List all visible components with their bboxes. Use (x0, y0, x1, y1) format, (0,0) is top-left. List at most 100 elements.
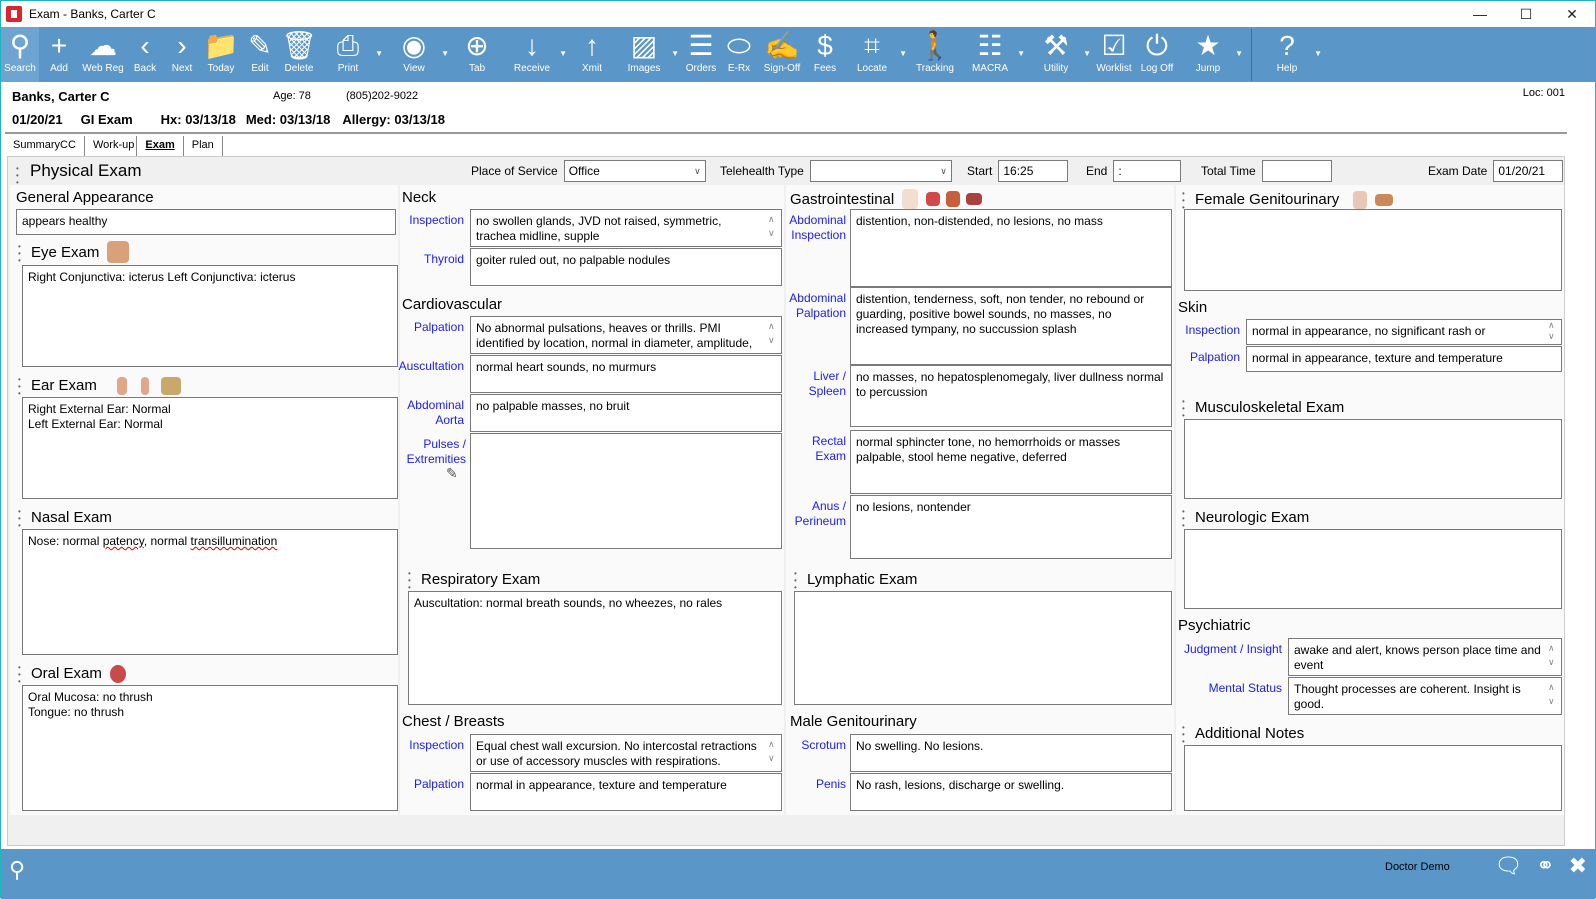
chest-palpation-field[interactable]: normal in appearance, texture and temper… (470, 773, 782, 811)
scrollbar[interactable]: ∧ ∨ (1548, 641, 1558, 669)
respiratory-exam-field[interactable]: Auscultation: normal breath sounds, no w… (408, 591, 782, 705)
anus-perineum-field[interactable]: no lesions, nontender (850, 495, 1172, 559)
search-icon[interactable]: ⚲ (9, 857, 25, 883)
maximize-button[interactable]: ☐ (1503, 1, 1549, 27)
dropdown-caret-icon[interactable]: ▼ (671, 49, 679, 58)
telehealth-type-select[interactable]: ∨ (809, 160, 952, 182)
toolbar-today-button[interactable]: 📁 Today (201, 27, 241, 82)
toolbar-help-button[interactable]: ? Help ▼ (1258, 27, 1322, 82)
oral-exam-field[interactable]: Oral Mucosa: no thrush Tongue: no thrush (22, 685, 398, 811)
dropdown-caret-icon[interactable]: ▼ (441, 49, 449, 58)
toolbar-jump-button[interactable]: ★ Jump ▼ (1179, 27, 1243, 82)
minimize-button[interactable]: — (1457, 1, 1503, 27)
toolbar-next-button[interactable]: › Next (163, 27, 201, 82)
scrollbar[interactable]: ∧ ∨ (1548, 680, 1558, 708)
tab-summarycc[interactable]: SummaryCC (5, 136, 85, 156)
scrollbar[interactable]: ∧ ∨ (1548, 320, 1558, 342)
scrollbar[interactable]: ∧ ∨ (768, 737, 778, 765)
drag-handle-icon[interactable] (1182, 189, 1185, 210)
right-ear-diagram-icon[interactable] (116, 376, 127, 395)
toolbar-worklist-button[interactable]: ☑ Worklist (1093, 27, 1135, 82)
toolbar-macra-button[interactable]: ☷ MACRA ▼ (961, 27, 1025, 82)
end-time-input[interactable]: : (1113, 160, 1182, 182)
drag-handle-icon[interactable] (18, 663, 21, 684)
liver-diagram-icon[interactable] (966, 193, 983, 205)
left-ear-diagram-icon[interactable] (140, 376, 149, 395)
chat-icon[interactable]: 🗨 (1494, 853, 1522, 879)
dropdown-caret-icon[interactable]: ▼ (1314, 49, 1322, 58)
toolbar-orders-button[interactable]: ☰ Orders (681, 27, 721, 82)
toolbar-print-button[interactable]: ⎙ Print ▼ (319, 27, 383, 82)
dropdown-caret-icon[interactable]: ▼ (375, 49, 383, 58)
reproductive-diagram-icon[interactable] (1353, 190, 1368, 209)
toolbar-tracking-button[interactable]: 🚶 Tracking (909, 27, 961, 82)
start-time-input[interactable]: 16:25 (998, 160, 1069, 182)
abdominal-aorta-field[interactable]: no palpable masses, no bruit (470, 394, 782, 432)
mental-status-field[interactable]: Thought processes are coherent. Insight … (1288, 677, 1562, 715)
scrollbar[interactable]: ∧ ∨ (768, 319, 778, 347)
place-of-service-select[interactable]: Office ∨ (563, 160, 706, 182)
additional-notes-field[interactable] (1184, 745, 1562, 811)
toolbar-add-button[interactable]: + Add (39, 27, 79, 82)
chest-inspection-field[interactable]: Equal chest wall excursion. No intercost… (470, 734, 782, 772)
toolbar-search-button[interactable]: ⚲ Search (1, 27, 39, 82)
nasal-exam-field[interactable]: Nose: normal patency, normal transillumi… (22, 529, 398, 655)
toolbar-images-button[interactable]: ▨ Images ▼ (615, 27, 679, 82)
toolbar-locate-button[interactable]: ⌗ Locate ▼ (843, 27, 907, 82)
tab-plan[interactable]: Plan (184, 136, 223, 156)
liver-spleen-field[interactable]: no masses, no hepatosplenomegaly, liver … (850, 365, 1172, 427)
auscultation-field[interactable]: normal heart sounds, no murmurs (470, 355, 782, 393)
eye-exam-field[interactable]: Right Conjunctiva: icterus Left Conjunct… (22, 265, 398, 367)
pulses-extremities-field[interactable] (470, 433, 782, 549)
close-button[interactable]: ✕ (1549, 1, 1595, 27)
toolbar-receive-button[interactable]: ↓ Receive ▼ (503, 27, 567, 82)
neck-inspection-field[interactable]: no swollen glands, JVD not raised, symme… (470, 209, 782, 247)
mouth-diagram-icon[interactable] (109, 664, 126, 683)
penis-field[interactable]: No rash, lesions, discharge or swelling. (850, 773, 1172, 811)
dropdown-caret-icon[interactable]: ▼ (1083, 49, 1091, 58)
general-appearance-field[interactable]: appears healthy (16, 209, 396, 235)
dropdown-caret-icon[interactable]: ▼ (1017, 49, 1025, 58)
dropdown-caret-icon[interactable]: ▼ (559, 49, 567, 58)
lymphatic-exam-field[interactable] (794, 591, 1172, 705)
drag-handle-icon[interactable] (1182, 507, 1185, 528)
eye-diagram-icon[interactable] (107, 241, 130, 263)
skin-inspection-field[interactable]: normal in appearance, no significant ras… (1246, 319, 1562, 345)
toolbar-web-reg-button[interactable]: ☁ Web Reg (79, 27, 127, 82)
toolbar-sign-off-button[interactable]: ✍ Sign-Off (757, 27, 807, 82)
toolbar-edit-button[interactable]: ✎ Edit (241, 27, 279, 82)
toolbar-delete-button[interactable]: 🗑 Delete (279, 27, 319, 82)
skin-palpation-field[interactable]: normal in appearance, texture and temper… (1246, 346, 1562, 372)
rectal-exam-field[interactable]: normal sphincter tone, no hemorrhoids or… (850, 430, 1172, 494)
toolbar-utility-button[interactable]: ⚒ Utility ▼ (1027, 27, 1091, 82)
female-genitourinary-field[interactable] (1184, 209, 1562, 291)
toolbar-e-rx-button[interactable]: ⬭ E-Rx (721, 27, 757, 82)
pelvis-diagram-icon[interactable] (1375, 193, 1394, 206)
drag-handle-icon[interactable] (1182, 723, 1185, 744)
exam-date-input[interactable]: 01/20/21 (1493, 160, 1564, 182)
total-time-input[interactable] (1261, 160, 1332, 182)
scrollbar[interactable]: ∧ ∨ (768, 212, 778, 240)
scrotum-field[interactable]: No swelling. No lesions. (850, 734, 1172, 772)
pencil-icon[interactable]: ✎ (446, 465, 458, 482)
drag-handle-icon[interactable] (18, 375, 21, 396)
abdominal-palpation-field[interactable]: distention, tenderness, soft, non tender… (850, 287, 1172, 365)
musculoskeletal-exam-field[interactable] (1184, 419, 1562, 499)
intestine-diagram-icon[interactable] (926, 192, 941, 206)
judgment-insight-field[interactable]: awake and alert, knows person place time… (1288, 638, 1562, 676)
inbox-icon[interactable]: ⚭ (1536, 853, 1554, 879)
drag-handle-icon[interactable] (18, 242, 21, 263)
ear-exam-field[interactable]: Right External Ear: Normal Left External… (22, 397, 398, 499)
drag-handle-icon[interactable] (18, 507, 21, 528)
inner-ear-diagram-icon[interactable] (160, 376, 181, 395)
toolbar-fees-button[interactable]: $ Fees (807, 27, 843, 82)
abdomen-diagram-icon[interactable] (946, 191, 961, 207)
toolbar-back-button[interactable]: ‹ Back (127, 27, 163, 82)
toolbar-view-button[interactable]: ◉ View ▼ (385, 27, 449, 82)
drag-handle-icon[interactable] (1182, 397, 1185, 418)
abdominal-inspection-field[interactable]: distention, non-distended, no lesions, n… (850, 209, 1172, 287)
tools-icon[interactable]: ✖ (1569, 853, 1587, 879)
drag-handle-icon[interactable] (794, 569, 797, 590)
drag-handle-icon[interactable] (16, 164, 19, 185)
thyroid-field[interactable]: goiter ruled out, no palpable nodules (470, 248, 782, 286)
